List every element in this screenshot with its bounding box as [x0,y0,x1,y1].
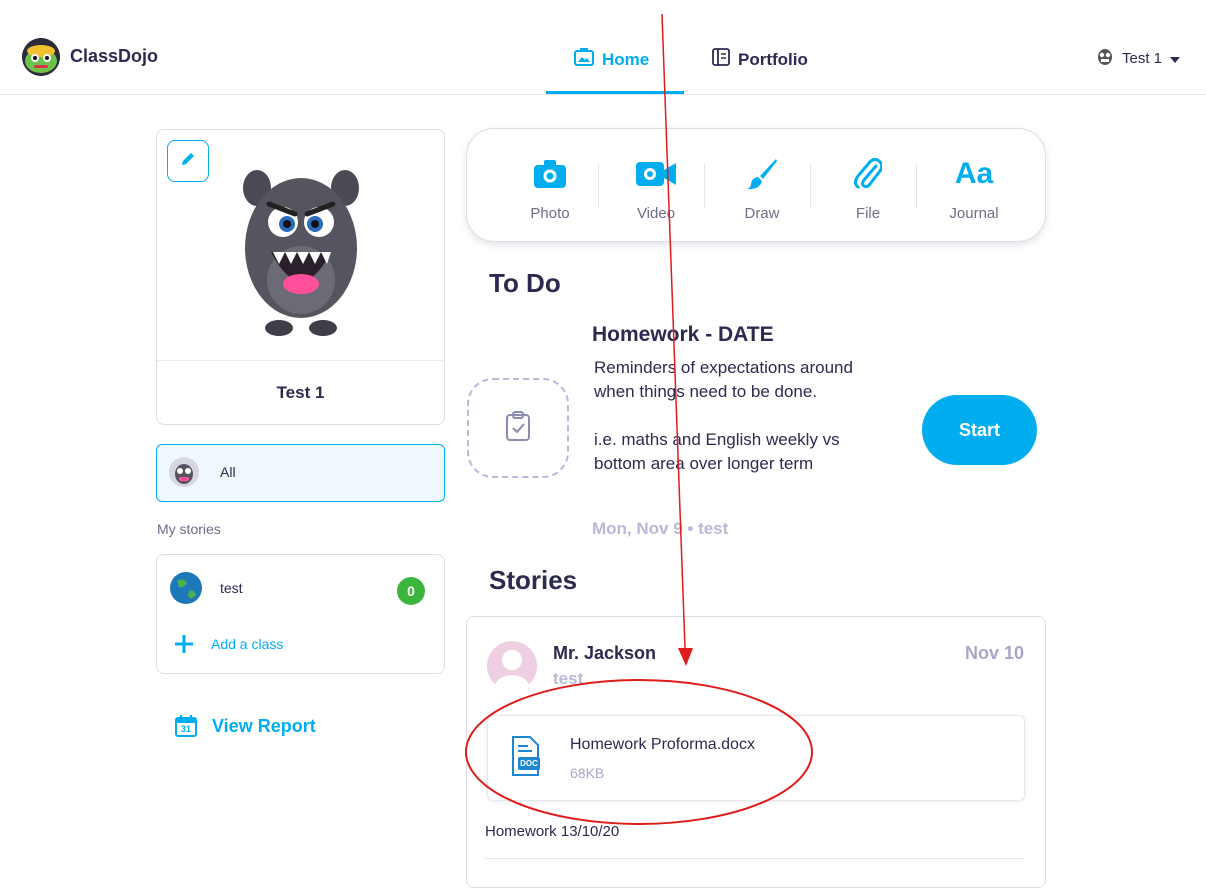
tab-home[interactable]: Home [574,48,649,71]
draw-label: Draw [744,205,780,222]
story-class: test [553,669,584,688]
file-attachment[interactable]: DOC Homework Proforma.docx 68KB [487,715,1025,801]
add-class-button[interactable]: Add a class [157,631,444,665]
tab-home-label: Home [602,49,650,69]
classdojo-logo-icon[interactable] [22,38,60,76]
caret-down-icon [1170,50,1181,67]
doc-file-icon: DOC [510,736,540,781]
student-name: Test 1 [157,360,444,425]
view-report-label: View Report [212,715,316,736]
plus-icon [175,635,193,658]
todo-title[interactable]: Homework - DATE [592,323,774,347]
todo-description: Reminders of expectations around when th… [594,356,889,476]
monster-avatar-illustration [235,160,367,345]
tab-portfolio-label: Portfolio [738,49,808,69]
toolbar-divider [810,163,811,209]
todo-clipboard-tile [467,378,569,478]
brand-name[interactable]: ClassDojo [70,46,158,67]
video-button[interactable]: Video [603,129,709,241]
calendar-day-number: 31 [180,724,191,734]
story-post: Mr. Jackson test Nov 10 DOC Homework Pro… [466,616,1046,888]
start-button[interactable]: Start [922,395,1037,465]
story-composer-toolbar: Photo Video Draw File Aa Journal [466,128,1046,242]
stories-heading: Stories [489,565,578,595]
video-label: Video [636,205,676,222]
pencil-icon [179,150,197,173]
text-icon: Aa [921,157,1027,191]
file-name: Homework Proforma.docx [570,736,755,753]
add-class-label: Add a class [211,636,284,652]
file-label: File [855,205,881,222]
edit-avatar-button[interactable] [167,140,209,182]
class-list: test 0 Add a class [156,554,445,674]
photo-label: Photo [530,205,570,222]
file-size: 68KB [570,765,605,781]
todo-description-spacer [594,404,889,428]
my-stories-label: My stories [157,521,221,537]
active-tab-indicator [546,91,684,94]
story-date: Nov 10 [965,643,1025,663]
journal-button[interactable]: Aa Journal [921,129,1027,241]
home-image-icon [574,48,594,71]
toolbar-divider [704,163,705,209]
toolbar-divider [916,163,917,209]
todo-meta: Mon, Nov 9 • test [592,519,729,538]
monster-avatar-icon [1096,46,1114,70]
student-profile-card: Test 1 [156,129,445,425]
paperclip-icon [815,157,921,191]
user-name: Test 1 [1122,49,1163,67]
author-avatar[interactable] [487,641,537,691]
filter-all-stories[interactable]: All [156,444,445,502]
story-text: Homework 13/10/20 [485,823,620,840]
class-count-badge: 0 [397,577,425,605]
calendar-icon: 31 [174,714,198,738]
paintbrush-icon [709,157,815,191]
globe-icon [169,571,203,610]
class-name: test [220,580,243,596]
draw-button[interactable]: Draw [709,129,815,241]
monster-avatar-icon [169,457,199,492]
story-author[interactable]: Mr. Jackson [553,643,656,664]
filter-all-label: All [220,464,236,480]
class-item-test[interactable]: test 0 [157,555,444,625]
doc-type-label: DOC [520,759,538,768]
cropped-heading-text [70,0,77,14]
tab-portfolio[interactable]: Portfolio [712,48,808,71]
photo-button[interactable]: Photo [497,129,603,241]
video-camera-icon [603,157,709,191]
todo-heading: To Do [489,268,561,298]
clipboard-check-icon [505,410,531,446]
todo-description-line: Reminders of expectations around when th… [594,358,853,401]
toolbar-divider [598,163,599,209]
view-report-link[interactable]: 31 View Report [174,714,316,738]
story-divider [485,858,1025,859]
portfolio-book-icon [712,48,730,71]
camera-icon [497,157,603,191]
file-button[interactable]: File [815,129,921,241]
todo-description-line: i.e. maths and English weekly vs bottom … [594,430,840,473]
journal-label: Journal [949,205,999,222]
journal-glyph: Aa [954,157,994,190]
user-menu[interactable]: Test 1 [1096,46,1181,70]
